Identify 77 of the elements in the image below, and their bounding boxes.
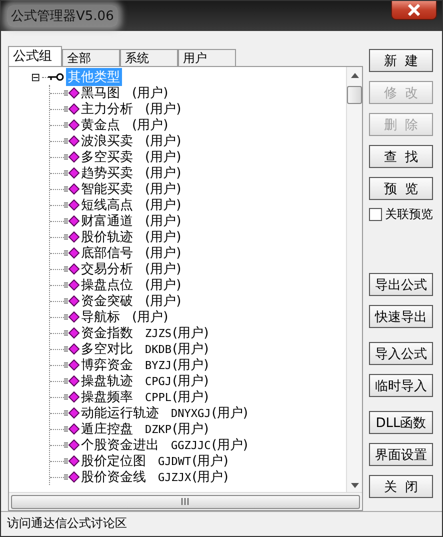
tree-item[interactable]: 操盘频率 CPPL(用户): [64, 388, 209, 406]
tree-item[interactable]: 股价定位图 GJDWT(用户): [64, 452, 228, 470]
formula-icon: [64, 119, 80, 131]
tree-item[interactable]: 黑马图 (用户): [64, 84, 168, 102]
formula-icon: [64, 455, 80, 467]
action-button[interactable]: 预 览: [369, 177, 433, 200]
formula-icon: [64, 279, 80, 291]
grip-icon: [181, 498, 190, 505]
tab[interactable]: 用户: [178, 49, 236, 66]
action-button[interactable]: 界面设置: [369, 443, 433, 466]
formula-icon: [64, 471, 80, 483]
tree-item[interactable]: 导航标 (用户): [64, 308, 168, 326]
tree-item[interactable]: 波浪买卖 (用户): [64, 132, 182, 150]
tree-item[interactable]: 股价轨迹 (用户): [64, 228, 182, 246]
formula-icon: [64, 391, 80, 403]
formula-icon: [64, 183, 80, 195]
formula-icon: [64, 359, 80, 371]
formula-icon: [64, 439, 80, 451]
tree-item[interactable]: 交易分析 (用户): [64, 260, 182, 278]
checkbox-label: 关联预览: [385, 206, 433, 223]
scroll-up-icon: [350, 73, 358, 78]
formula-icon: [64, 327, 80, 339]
formula-icon: [64, 87, 80, 99]
scroll-down-icon: [350, 483, 358, 488]
tree-item[interactable]: 操盘轨迹 CPGJ(用户): [64, 372, 209, 390]
scroll-thumb[interactable]: [347, 86, 362, 104]
tree-item[interactable]: 财富通道 (用户): [64, 212, 182, 230]
formula-icon: [64, 247, 80, 259]
tree-item[interactable]: 资金指数 ZJZS(用户): [64, 324, 209, 342]
tree-item[interactable]: 短线高点 (用户): [64, 196, 182, 214]
tree-item[interactable]: 遁庄控盘 DZKP(用户): [64, 420, 209, 438]
action-button[interactable]: 新 建: [369, 49, 433, 72]
formula-icon: [64, 167, 80, 179]
action-button[interactable]: 查 找: [369, 145, 433, 168]
tab[interactable]: 系统: [120, 49, 178, 66]
window-title: 公式管理器V5.06: [7, 5, 118, 27]
tree-item[interactable]: 个股资金进出 GGZJJC(用户): [64, 436, 248, 454]
action-button[interactable]: DLL函数: [369, 411, 433, 434]
formula-icon: [64, 295, 80, 307]
tree-item[interactable]: 主力分析 (用户): [64, 100, 182, 118]
tree-item[interactable]: 黄金点 (用户): [64, 116, 168, 134]
close-button[interactable]: [391, 1, 437, 20]
tree-item[interactable]: 智能买卖 (用户): [64, 180, 182, 198]
tree-item[interactable]: 多空对比 DKDB(用户): [64, 340, 209, 358]
collapse-toggle[interactable]: ⊟: [31, 72, 42, 82]
action-button[interactable]: 导出公式: [369, 273, 433, 296]
tree-item[interactable]: 博弈资金 BYZJ(用户): [64, 356, 209, 374]
formula-icon: [64, 311, 80, 323]
formula-icon: [64, 407, 80, 419]
formula-icon: [64, 343, 80, 355]
formula-icon: [64, 151, 80, 163]
formula-icon: [64, 199, 80, 211]
tree-item[interactable]: 资金突破 (用户): [64, 292, 182, 310]
formula-icon: [64, 375, 80, 387]
key-icon: [48, 72, 64, 82]
action-button[interactable]: 导入公式: [369, 342, 433, 365]
formula-icon: [64, 103, 80, 115]
tree-item[interactable]: 趋势买卖 (用户): [64, 164, 182, 182]
checkbox[interactable]: [369, 208, 382, 221]
formula-icon: [64, 231, 80, 243]
vertical-scrollbar[interactable]: [346, 67, 362, 492]
tree-item[interactable]: 多空买卖 (用户): [64, 148, 182, 166]
formula-icon: [64, 215, 80, 227]
tab[interactable]: 公式组: [8, 46, 62, 66]
action-button[interactable]: 快速导出: [369, 305, 433, 328]
tab[interactable]: 全部: [62, 49, 120, 66]
formula-icon: [64, 263, 80, 275]
tree-item[interactable]: 股价资金线 GJZJX(用户): [64, 468, 228, 486]
tree-item[interactable]: 底部信号 (用户): [64, 244, 182, 262]
formula-icon: [64, 135, 80, 147]
status-bar: 访问通达信公式讨论区: [1, 511, 442, 536]
tree-item[interactable]: 操盘点位 (用户): [64, 276, 182, 294]
formula-icon: [64, 423, 80, 435]
tree-item[interactable]: 动能运行轨迹 DNYXGJ(用户): [64, 404, 248, 422]
action-button[interactable]: 临时导入: [369, 374, 433, 397]
close-icon: [407, 4, 421, 16]
action-button[interactable]: 关 闭: [369, 475, 433, 498]
